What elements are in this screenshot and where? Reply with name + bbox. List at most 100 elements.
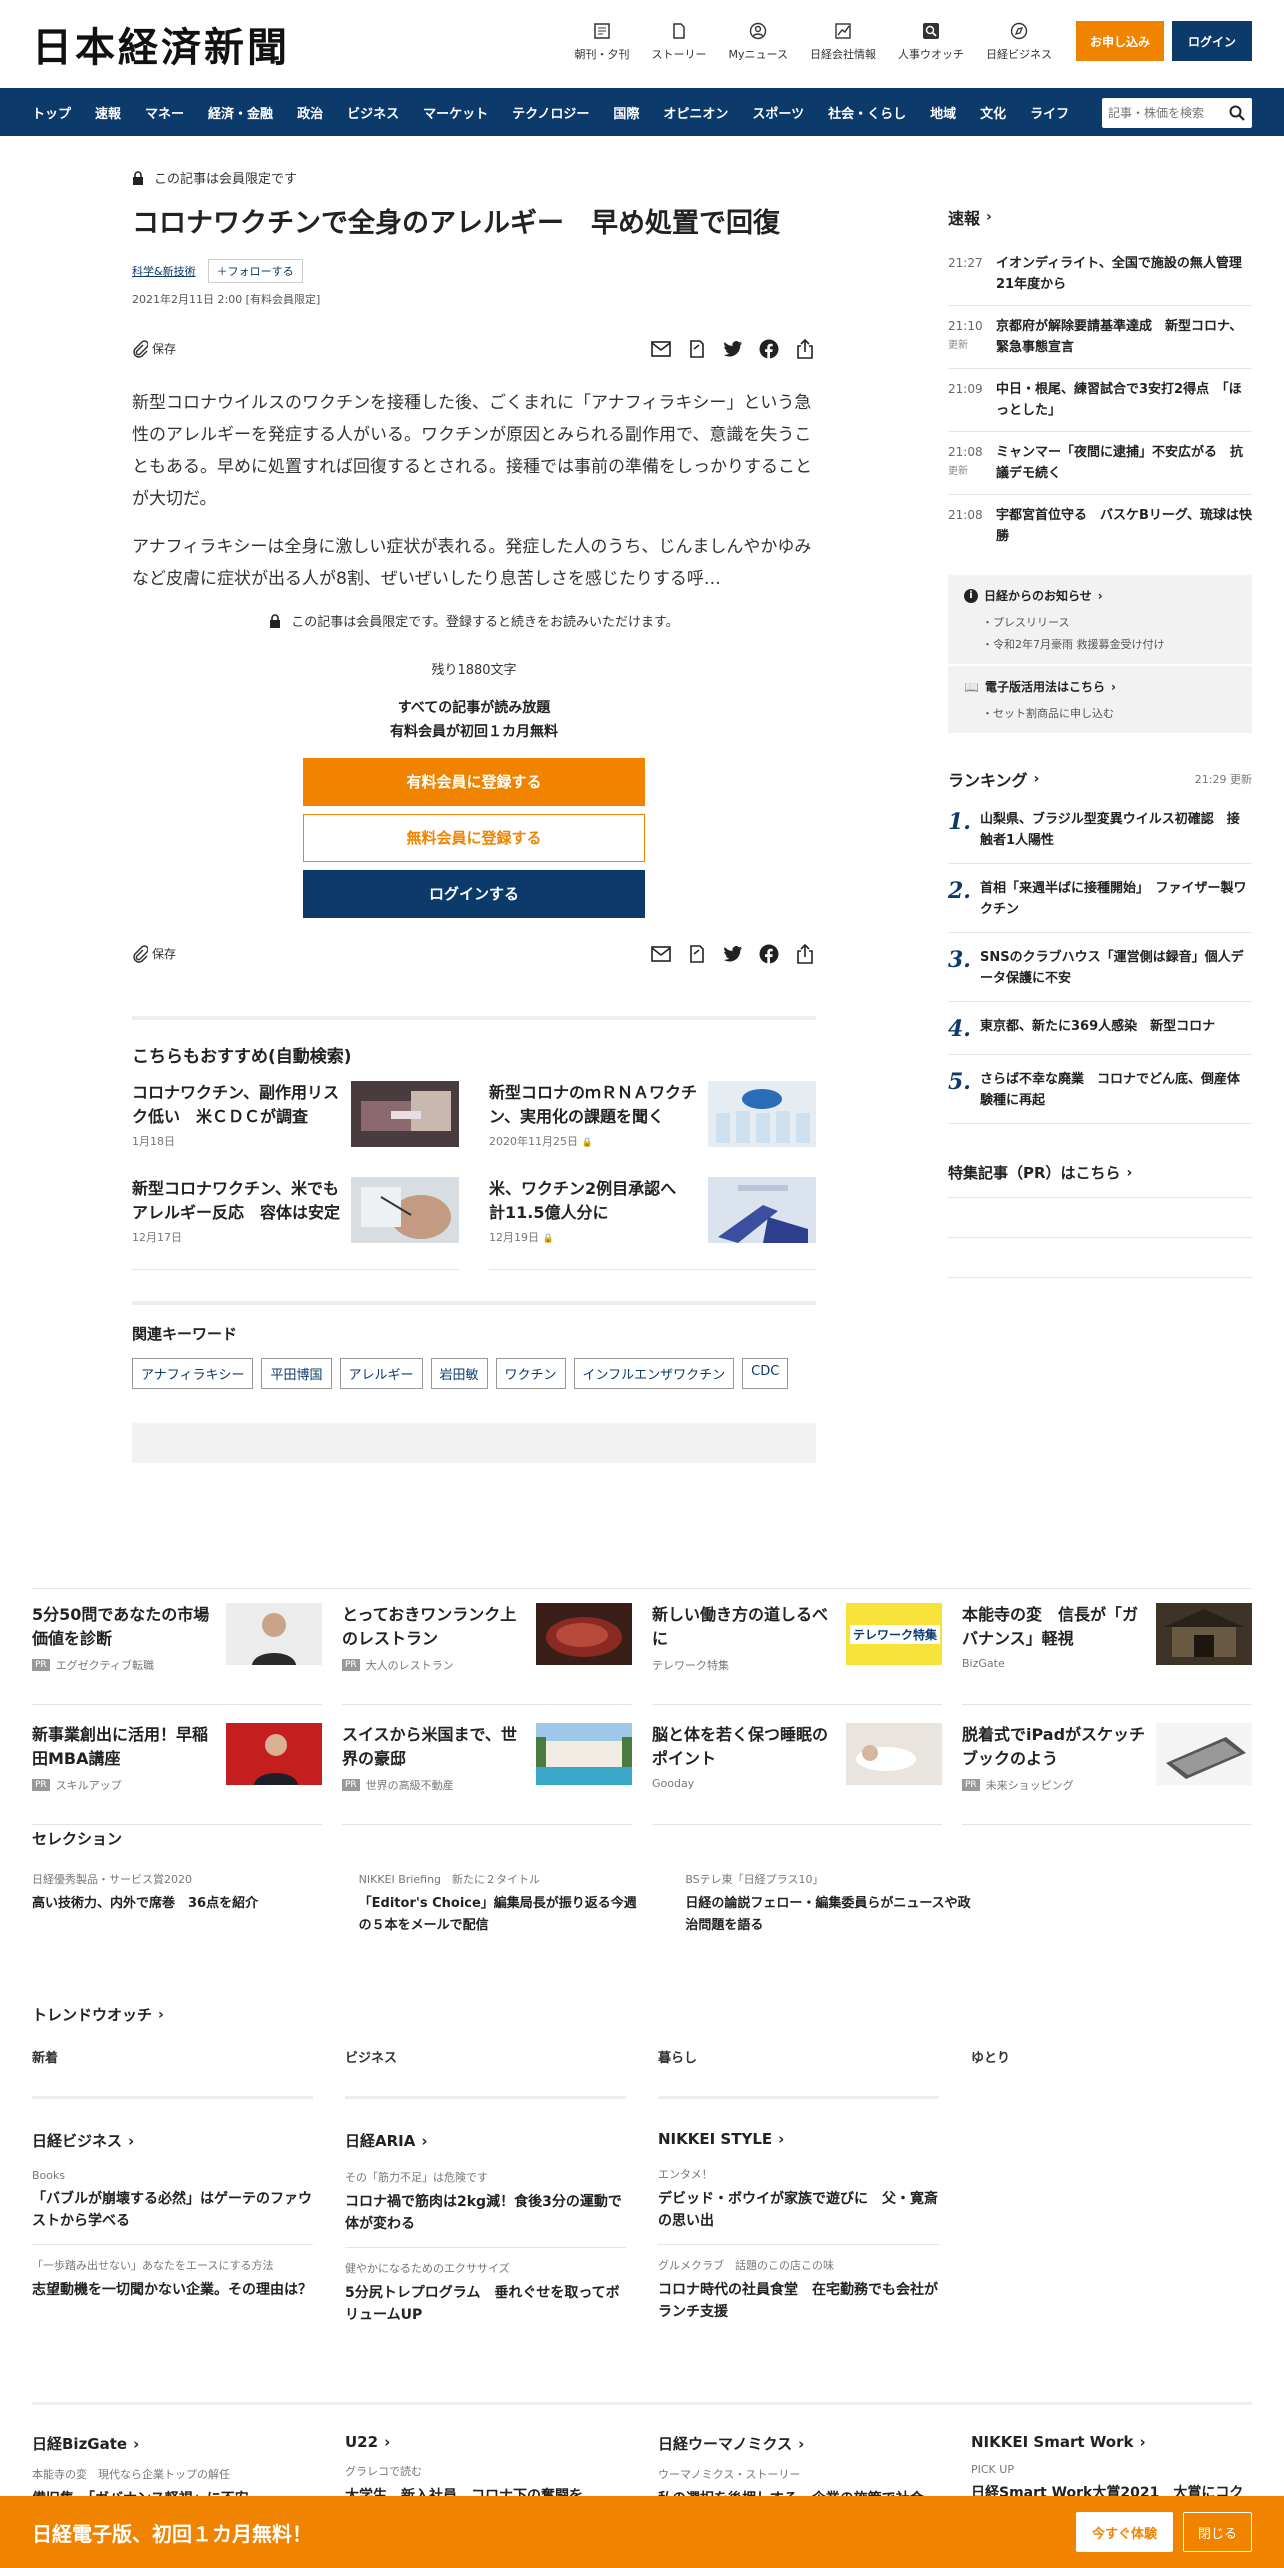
pr-item[interactable]: 脳と体を若く保つ睡眠のポイント Gooday: [652, 1723, 942, 1825]
facebook-icon[interactable]: [758, 338, 780, 360]
recommend-item[interactable]: 新型コロナワクチン、米でもアレルギー反応 容体は安定 12月17日: [132, 1176, 459, 1245]
nav-item-politics[interactable]: 政治: [285, 103, 335, 122]
nav-item-society[interactable]: 社会・くらし: [816, 103, 918, 122]
notice-item[interactable]: ・プレスリリース: [964, 614, 1236, 630]
flash-news-heading[interactable]: 速報 ›: [948, 205, 1252, 229]
flash-news-item[interactable]: 21:09 中日・根尾、練習試合で3安打2得点 「ほっとした」: [948, 368, 1252, 431]
selection-item[interactable]: BSテレ東「日経プラス10」 日経の論説フェロー・編集委員らがニュースや政治問題…: [685, 1871, 972, 1937]
media-item[interactable]: エンタメ！ デビッド・ボウイが家族で遊びに 父・寛斎の思い出: [658, 2166, 939, 2232]
nav-item-life[interactable]: ライフ: [1018, 103, 1081, 122]
selection-item[interactable]: NIKKEI Briefing 新たに２タイトル 「Editor's Choic…: [359, 1871, 646, 1937]
nav-item-market[interactable]: マーケット: [411, 103, 500, 122]
pr-item[interactable]: 新事業創出に活用！早稲田MBA講座 PR スキルアップ: [32, 1723, 322, 1825]
paywall-login-button[interactable]: ログインする: [303, 869, 645, 918]
keyword-tag[interactable]: 平田博国: [261, 1357, 332, 1389]
media-item[interactable]: グルメクラブ 話題のこの店この味 コロナ時代の社員食堂 在宅勤務でも会社がランチ…: [658, 2257, 939, 2323]
trend-tab[interactable]: 新着: [32, 2047, 313, 2099]
media-heading[interactable]: 日経ビジネス ›: [32, 2130, 313, 2151]
nav-item-top[interactable]: トップ: [20, 103, 83, 122]
pr-item[interactable]: 新しい働き方の道しるべに テレワーク特集 テレワーク特集: [652, 1603, 942, 1705]
keyword-tag[interactable]: アナフィラキシー: [132, 1357, 254, 1389]
recommend-item[interactable]: 新型コロナのｍＲＮＡワクチン、実用化の課題を聞く 2020年11月25日 🔒: [489, 1080, 816, 1149]
tool-story[interactable]: ストーリー: [652, 20, 707, 62]
topic-link[interactable]: 科学&新技術: [132, 263, 196, 279]
ranking-heading[interactable]: ランキング ›: [948, 767, 1039, 791]
flash-news-item[interactable]: 21:08 更新 ミャンマー「夜間に逮捕」不安広がる 抗議デモ続く: [948, 431, 1252, 494]
save-button[interactable]: 保存: [132, 340, 176, 358]
media-item[interactable]: Books 「バブルが崩壊する必然」はゲーテのファウストから学べる: [32, 2169, 313, 2232]
keyword-tag[interactable]: アレルギー: [339, 1357, 423, 1389]
trend-heading[interactable]: トレンドウオッチ ›: [32, 2004, 1252, 2025]
ranking-item[interactable]: 5. さらば不幸な廃業 コロナでどん底、倒産体験種に再起: [948, 1055, 1252, 1124]
pr-heading[interactable]: 特集記事（PR）はこちら ›: [948, 1162, 1252, 1183]
nav-item-sports[interactable]: スポーツ: [740, 103, 816, 122]
pr-item[interactable]: 本能寺の変 信長が「ガバナンス」軽視 BizGate: [962, 1603, 1252, 1705]
media-heading[interactable]: 日経ARIA ›: [345, 2130, 626, 2151]
nav-item-business[interactable]: ビジネス: [335, 103, 411, 122]
apply-button[interactable]: お申し込み: [1075, 21, 1164, 61]
nav-item-money[interactable]: マネー: [133, 103, 196, 122]
share-icon[interactable]: [794, 943, 816, 965]
memo-icon[interactable]: [686, 943, 708, 965]
tool-company[interactable]: 日経会社情報: [810, 20, 876, 62]
trend-tab[interactable]: 暮らし: [658, 2047, 939, 2099]
media-item[interactable]: 健やかになるためのエクササイズ 5分尻トレプログラム 垂れぐせを取ってボリューム…: [345, 2260, 626, 2326]
nav-item-culture[interactable]: 文化: [968, 103, 1018, 122]
register-free-button[interactable]: 無料会員に登録する: [303, 813, 645, 862]
facebook-icon[interactable]: [758, 943, 780, 965]
nav-item-tech[interactable]: テクノロジー: [500, 103, 601, 122]
close-banner-button[interactable]: 閉じる: [1182, 2512, 1252, 2552]
notice-item[interactable]: ・令和2年7月豪雨 救援募金受け付け: [964, 636, 1236, 652]
twitter-icon[interactable]: [722, 338, 744, 360]
tool-mynews[interactable]: Myニュース: [729, 20, 788, 62]
trend-tab[interactable]: ビジネス: [345, 2047, 626, 2099]
search-icon[interactable]: [1228, 104, 1246, 122]
flash-news-item[interactable]: 21:10 更新 京都府が解除要請基準達成 新型コロナ、緊急事態宣言: [948, 305, 1252, 368]
media-heading[interactable]: 日経ウーマノミクス ›: [658, 2433, 939, 2454]
media-heading[interactable]: 日経BizGate ›: [32, 2433, 313, 2454]
nav-item-opinion[interactable]: オピニオン: [651, 103, 740, 122]
memo-icon[interactable]: [686, 338, 708, 360]
try-now-button[interactable]: 今すぐ体験: [1075, 2512, 1173, 2552]
nav-item-world[interactable]: 国際: [601, 103, 651, 122]
mail-icon[interactable]: [650, 338, 672, 360]
ranking-item[interactable]: 1. 山梨県、ブラジル型変異ウイルス初確認 接触者1人陽性: [948, 795, 1252, 864]
nav-item-region[interactable]: 地域: [918, 103, 968, 122]
keyword-tag[interactable]: 岩田敏: [430, 1357, 488, 1389]
ranking-item[interactable]: 4. 東京都、新たに369人感染 新型コロナ: [948, 1002, 1252, 1055]
ranking-item[interactable]: 2. 首相「来週半ばに接種開始」 ファイザー製ワクチン: [948, 864, 1252, 933]
guide-item[interactable]: ・セット割商品に申し込む: [964, 705, 1236, 721]
follow-button[interactable]: ＋フォローする: [207, 258, 303, 283]
nav-item-economy[interactable]: 経済・金融: [196, 103, 285, 122]
keyword-tag[interactable]: インフルエンザワクチン: [573, 1357, 735, 1389]
keyword-tag[interactable]: CDC: [742, 1357, 789, 1389]
register-paid-button[interactable]: 有料会員に登録する: [303, 757, 645, 806]
ranking-item[interactable]: 3. SNSのクラブハウス「運営側は録音」個人データ保護に不安: [948, 933, 1252, 1002]
nav-item-flash[interactable]: 速報: [83, 103, 133, 122]
tool-paper[interactable]: 朝刊・夕刊: [575, 20, 630, 62]
guide-heading[interactable]: 📖 電子版活用法はこちら ›: [964, 678, 1236, 695]
recommend-item[interactable]: コロナワクチン、副作用リスク低い 米ＣＤＣが調査 1月18日: [132, 1080, 459, 1149]
media-item[interactable]: 「一歩踏み出せない」あなたをエースにする方法 志望動機を一切聞かない企業。その理…: [32, 2257, 313, 2301]
media-heading[interactable]: NIKKEI Smart Work ›: [971, 2433, 1252, 2451]
tool-business[interactable]: 日経ビジネス: [986, 20, 1052, 62]
search-input[interactable]: [1108, 106, 1218, 120]
media-heading[interactable]: NIKKEI STYLE ›: [658, 2130, 939, 2148]
trend-tab[interactable]: ゆとり: [971, 2047, 1252, 2099]
keyword-tag[interactable]: ワクチン: [495, 1357, 566, 1389]
notice-heading[interactable]: i 日経からのお知らせ ›: [964, 587, 1236, 604]
save-button[interactable]: 保存: [132, 945, 176, 963]
media-item[interactable]: その「筋力不足」は危険です コロナ禍で筋肉は2kg減！食後3分の運動で体が変わる: [345, 2169, 626, 2235]
tool-jinji[interactable]: 人事ウオッチ: [898, 20, 964, 62]
recommend-item[interactable]: 米、ワクチン2例目承認へ 計11.5億人分に 12月19日 🔒: [489, 1176, 816, 1245]
selection-item[interactable]: 日経優秀製品・サービス賞2020 高い技術力、内外で席巻 36点を紹介: [32, 1871, 319, 1937]
pr-item[interactable]: 脱着式でiPadがスケッチブックのよう PR 未来ショッピング: [962, 1723, 1252, 1825]
mail-icon[interactable]: [650, 943, 672, 965]
pr-item[interactable]: とっておきワンランク上のレストラン PR 大人のレストラン: [342, 1603, 632, 1705]
pr-item[interactable]: 5分50問であなたの市場価値を診断 PR エグゼクティブ転職: [32, 1603, 322, 1705]
media-heading[interactable]: U22 ›: [345, 2433, 626, 2451]
flash-news-item[interactable]: 21:27 イオンディライト、全国で施設の無人管理 21年度から: [948, 243, 1255, 305]
site-logo[interactable]: 日本経済新聞: [32, 15, 290, 73]
twitter-icon[interactable]: [722, 943, 744, 965]
pr-item[interactable]: スイスから米国まで、世界の豪邸 PR 世界の高級不動産: [342, 1723, 632, 1825]
